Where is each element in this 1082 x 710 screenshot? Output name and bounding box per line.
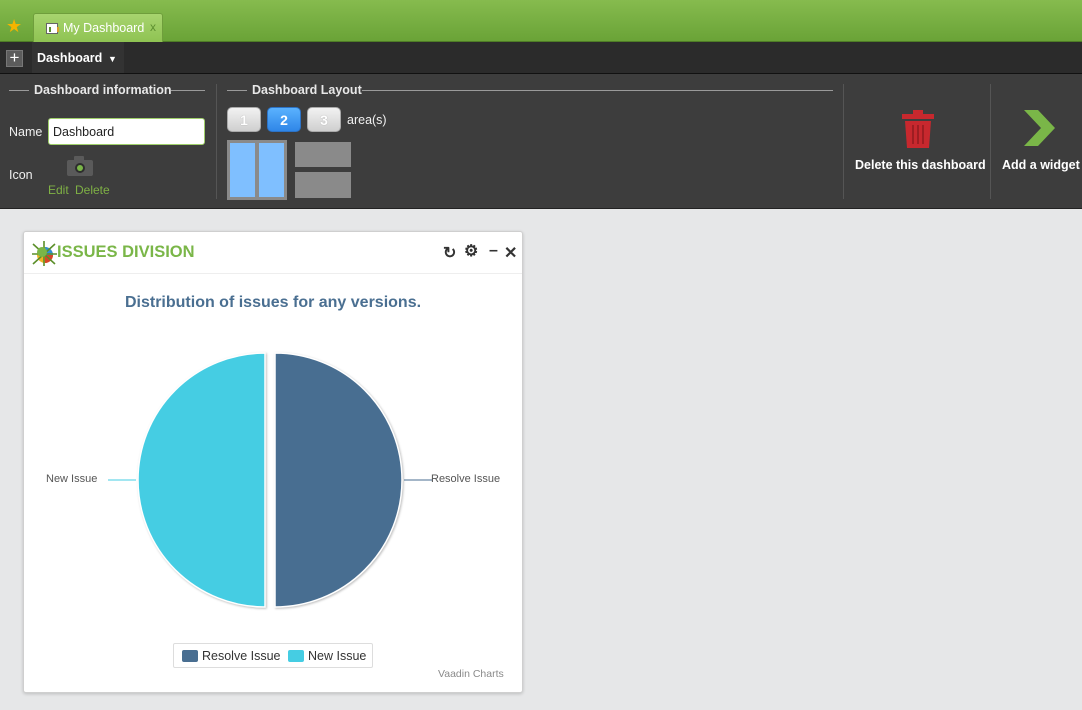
area-3-button[interactable]: 3 — [307, 107, 341, 132]
dashboard-name-input[interactable] — [48, 118, 205, 145]
legend-swatch-resolve — [182, 650, 198, 662]
legend-line — [9, 90, 29, 91]
delete-dashboard-button[interactable]: Delete this dashboard — [855, 158, 986, 172]
chart-credit[interactable]: Vaadin Charts — [438, 668, 504, 680]
bug-logo-icon — [32, 241, 57, 266]
area-suffix-label: area(s) — [347, 113, 387, 127]
pie-label-new-issue: New Issue — [46, 473, 98, 485]
legend-line — [227, 90, 247, 91]
tab-bar: ★ My Dashboard x — [0, 0, 1082, 42]
legend-item-resolve-issue[interactable]: Resolve Issue — [202, 649, 281, 663]
camera-icon[interactable] — [67, 156, 93, 176]
minimize-icon[interactable]: – — [489, 242, 498, 260]
pie-slice-new-issue[interactable] — [137, 352, 266, 608]
name-label: Name — [9, 125, 43, 139]
issues-division-widget: ISSUES DIVISION ↻ ⚙ – ✕ Distribution of … — [23, 231, 523, 693]
chart-legend: Resolve Issue New Issue — [173, 643, 373, 668]
delete-icon-link[interactable]: Delete — [75, 183, 110, 197]
legend-swatch-new — [288, 650, 304, 662]
area-2-button[interactable]: 2 — [267, 107, 301, 132]
legend-line — [171, 90, 205, 91]
tab-label: My Dashboard — [63, 21, 145, 35]
dashboard-layout-legend: Dashboard Layout — [252, 83, 362, 97]
icon-label: Icon — [9, 168, 33, 182]
dropdown-caret-icon: ▼ — [108, 54, 117, 64]
area-1-button[interactable]: 1 — [227, 107, 261, 132]
layout-two-rows-option[interactable] — [295, 142, 351, 198]
add-widget-button[interactable]: Add a widget — [1002, 158, 1080, 172]
tab-close-icon[interactable]: x — [150, 20, 156, 34]
dashboard-menu[interactable]: Dashboard ▼ — [32, 42, 124, 73]
trash-icon[interactable] — [902, 110, 934, 148]
tab-my-dashboard[interactable]: My Dashboard x — [33, 13, 163, 42]
widget-title: ISSUES DIVISION — [57, 243, 195, 261]
divider — [990, 84, 991, 199]
pie-label-resolve-issue: Resolve Issue — [431, 473, 501, 485]
legend-item-new-issue[interactable]: New Issue — [308, 649, 366, 663]
add-dashboard-button[interactable]: + — [6, 49, 23, 67]
dashboard-toolbar: Dashboard information Name Icon Edit Del… — [0, 74, 1082, 209]
favorites-star-icon[interactable]: ★ — [6, 17, 24, 35]
menu-bar: + Dashboard ▼ — [0, 42, 1082, 74]
widget-header: ISSUES DIVISION ↻ ⚙ – ✕ — [24, 232, 522, 274]
dashboard-menu-label: Dashboard — [37, 51, 103, 65]
legend-line — [362, 90, 833, 91]
pie-chart — [108, 352, 432, 608]
settings-gear-icon[interactable]: ⚙ — [464, 241, 478, 261]
divider — [216, 84, 217, 199]
close-icon[interactable]: ✕ — [504, 243, 517, 263]
layout-two-columns-option[interactable] — [227, 140, 287, 200]
dashboard-info-legend: Dashboard information — [34, 83, 172, 97]
refresh-icon[interactable]: ↻ — [443, 243, 456, 263]
pie-slice-resolve-issue[interactable] — [274, 352, 403, 608]
chevron-right-icon[interactable] — [1022, 110, 1056, 146]
divider — [843, 84, 844, 199]
edit-icon-link[interactable]: Edit — [48, 183, 69, 197]
dashboard-chart-icon — [46, 23, 59, 34]
